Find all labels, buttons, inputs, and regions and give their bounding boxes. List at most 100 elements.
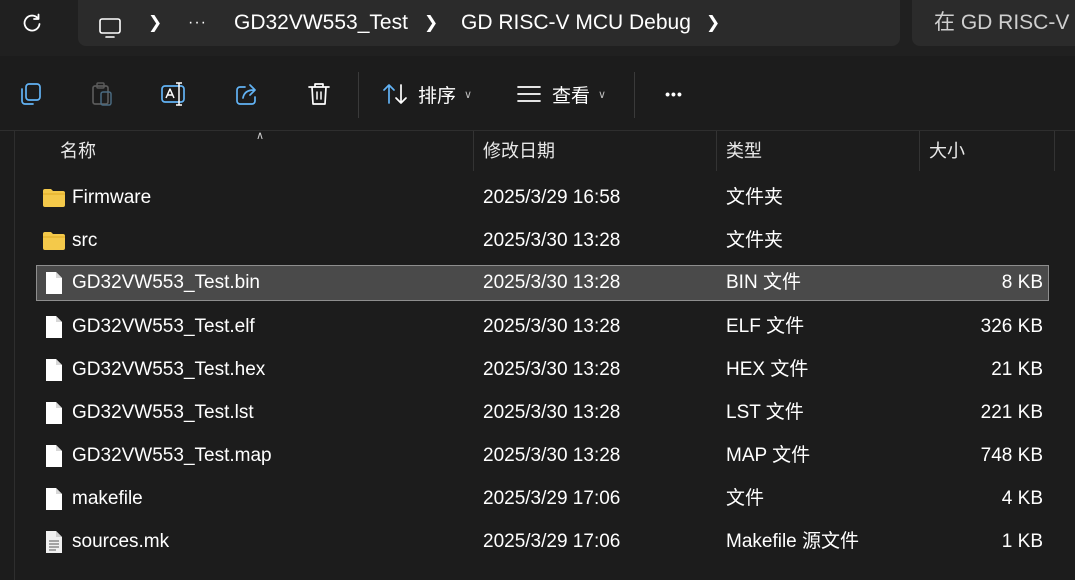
column-header-type[interactable]: 类型 [726, 131, 762, 171]
more-options-button[interactable]: ••• [654, 76, 694, 112]
copy-button[interactable] [12, 76, 48, 112]
computer-icon [99, 18, 121, 38]
file-type: 文件夹 [726, 230, 784, 251]
this-pc-button[interactable] [98, 11, 122, 38]
file-type: MAP 文件 [726, 445, 811, 466]
file-name: GD32VW553_Test.elf [72, 316, 255, 337]
folder-icon [43, 232, 65, 250]
sort-dropdown[interactable]: 排序 ∨ [382, 76, 472, 112]
list-item-selected[interactable]: GD32VW553_Test.bin 2025/3/30 13:28 BIN 文… [36, 265, 1049, 301]
list-item[interactable]: sources.mk 2025/3/29 17:06 Makefile 源文件 … [36, 524, 1049, 560]
sort-icon [383, 84, 407, 104]
file-name: src [72, 230, 98, 251]
column-divider[interactable] [473, 131, 474, 171]
file-type: Makefile 源文件 [726, 531, 860, 552]
column-divider[interactable] [919, 131, 920, 171]
breadcrumb-separator-icon[interactable]: ❯ [706, 0, 720, 46]
toolbar-divider [634, 72, 635, 118]
column-divider[interactable] [1054, 131, 1055, 171]
file-icon [46, 488, 62, 510]
toolbar-divider [358, 72, 359, 118]
file-size: 4 KB [1001, 488, 1043, 509]
file-size: 326 KB [980, 316, 1043, 337]
sort-ascending-icon: ∧ [256, 130, 265, 142]
file-name: GD32VW553_Test.hex [72, 359, 266, 380]
file-icon [46, 359, 62, 381]
refresh-icon [23, 13, 41, 32]
address-bar-area: ❯ ··· GD32VW553_Test ❯ GD RISC-V MCU Deb… [0, 0, 1075, 56]
refresh-button[interactable] [14, 8, 50, 38]
file-modified: 2025/3/29 17:06 [483, 488, 621, 509]
list-item[interactable]: makefile 2025/3/29 17:06 文件 4 KB [36, 481, 1049, 517]
breadcrumb-separator-icon[interactable]: ❯ [424, 0, 438, 46]
file-name: Firmware [72, 187, 152, 208]
nav-pane-divider [14, 131, 15, 580]
file-modified: 2025/3/29 16:58 [483, 187, 621, 208]
breadcrumb[interactable]: ❯ ··· GD32VW553_Test ❯ GD RISC-V MCU Deb… [78, 0, 900, 46]
breadcrumb-ellipsis[interactable]: ··· [188, 0, 207, 46]
file-name: GD32VW553_Test.bin [72, 272, 260, 293]
view-label: 查看 [552, 85, 591, 107]
file-modified: 2025/3/30 13:28 [483, 402, 621, 423]
file-size: 8 KB [1001, 272, 1043, 293]
file-size [923, 223, 1043, 259]
file-modified: 2025/3/30 13:28 [483, 445, 621, 466]
file-modified: 2025/3/30 13:28 [483, 359, 621, 380]
list-item[interactable]: Firmware 2025/3/29 16:58 文件夹 [36, 180, 1049, 216]
search-box[interactable]: 在 GD RISC-V MCU Debug 中搜索 [912, 0, 1075, 46]
chevron-down-icon: ∨ [464, 88, 473, 101]
chevron-down-icon: ∨ [598, 88, 607, 101]
column-header-name[interactable]: 名称 [60, 131, 96, 171]
file-type: ELF 文件 [726, 316, 805, 337]
copy-icon [21, 83, 41, 105]
delete-button[interactable] [301, 76, 337, 112]
view-icon [517, 86, 541, 102]
paste-icon [92, 82, 112, 106]
list-item[interactable]: GD32VW553_Test.hex 2025/3/30 13:28 HEX 文… [36, 352, 1049, 388]
file-type: 文件夹 [726, 187, 784, 208]
file-name: GD32VW553_Test.map [72, 445, 272, 466]
file-icon [46, 445, 62, 467]
column-divider[interactable] [716, 131, 717, 171]
column-header-size[interactable]: 大小 [929, 131, 965, 171]
breadcrumb-item-project[interactable]: GD32VW553_Test [234, 0, 408, 46]
list-item[interactable]: GD32VW553_Test.elf 2025/3/30 13:28 ELF 文… [36, 309, 1049, 345]
file-icon [46, 402, 62, 424]
column-header-row: ∧ 名称 修改日期 类型 大小 [0, 130, 1075, 171]
list-item[interactable]: GD32VW553_Test.lst 2025/3/30 13:28 LST 文… [36, 395, 1049, 431]
file-name: sources.mk [72, 531, 170, 552]
breadcrumb-item-debug[interactable]: GD RISC-V MCU Debug [461, 0, 691, 46]
folder-icon [43, 189, 65, 207]
file-icon [46, 316, 62, 338]
text-file-icon [46, 531, 62, 553]
command-bar: 排序 ∨ 查看 ∨ ••• [0, 58, 1075, 131]
file-size [923, 180, 1043, 216]
file-type: HEX 文件 [726, 359, 809, 380]
list-item[interactable]: GD32VW553_Test.map 2025/3/30 13:28 MAP 文… [36, 438, 1049, 474]
file-modified: 2025/3/29 17:06 [483, 531, 621, 552]
share-button[interactable] [229, 76, 265, 112]
column-header-modified[interactable]: 修改日期 [483, 131, 555, 171]
file-type: 文件 [726, 488, 765, 509]
file-type: LST 文件 [726, 402, 804, 423]
file-size: 221 KB [980, 402, 1043, 423]
file-name: GD32VW553_Test.lst [72, 402, 254, 423]
file-modified: 2025/3/30 13:28 [483, 230, 621, 251]
file-icon [46, 272, 62, 294]
rename-icon [161, 82, 185, 106]
rename-button[interactable] [156, 76, 192, 112]
file-size: 748 KB [980, 445, 1043, 466]
share-icon [236, 84, 256, 105]
file-name: makefile [72, 488, 143, 509]
breadcrumb-separator-icon[interactable]: ❯ [148, 0, 162, 46]
file-size: 1 KB [1001, 531, 1043, 552]
file-size: 21 KB [991, 359, 1043, 380]
sort-label: 排序 [418, 85, 457, 107]
view-dropdown[interactable]: 查看 ∨ [516, 76, 606, 112]
paste-button[interactable] [84, 76, 120, 112]
trash-icon [308, 83, 330, 105]
search-input[interactable]: 在 GD RISC-V MCU Debug 中搜索 [934, 0, 1075, 46]
file-modified: 2025/3/30 13:28 [483, 272, 621, 293]
file-type: BIN 文件 [726, 272, 801, 293]
list-item[interactable]: src 2025/3/30 13:28 文件夹 [36, 223, 1049, 259]
